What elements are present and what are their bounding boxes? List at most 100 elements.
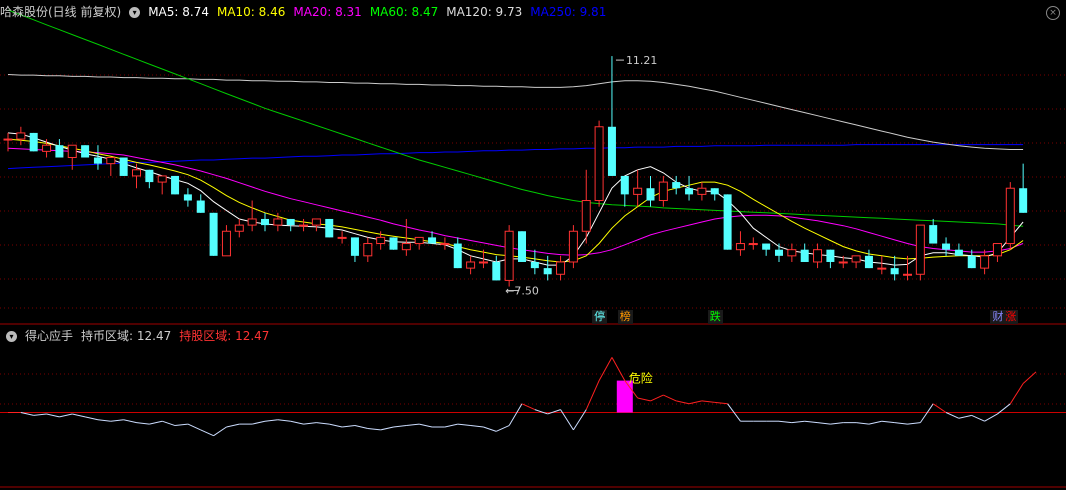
ma120-line xyxy=(7,74,1024,150)
indicator-segment xyxy=(419,423,433,428)
candle-body xyxy=(389,237,398,250)
candle-body xyxy=(877,267,887,270)
candle-body xyxy=(556,261,566,275)
indicator-segment xyxy=(919,403,934,423)
candle-body xyxy=(119,157,128,176)
indicator-segment xyxy=(213,426,227,437)
indicator-segment xyxy=(932,403,947,413)
candle-body xyxy=(967,255,976,269)
indicator-segment xyxy=(791,420,805,424)
indicator-segment xyxy=(585,380,600,410)
indicator-segment xyxy=(663,394,677,402)
candle-body xyxy=(414,236,424,245)
candle-body xyxy=(543,268,552,275)
indicator-header: ▾ 得心应手 持币区域: 12.47 持股区域: 12.47 xyxy=(0,326,277,346)
candle-body xyxy=(954,249,963,256)
indicator-segment xyxy=(97,419,111,422)
indicator-segment xyxy=(521,403,536,411)
indicator-segment xyxy=(33,413,47,416)
main-chart-header: 哈森股份(日线 前复权) ▾ MA5: 8.74 MA10: 8.46 MA20… xyxy=(0,2,614,22)
candle-body xyxy=(890,268,899,275)
indicator-segment xyxy=(984,413,998,422)
candle-body xyxy=(762,243,771,250)
indicator-segment xyxy=(123,419,137,424)
candle-body xyxy=(106,157,116,165)
ma60-line xyxy=(7,9,1024,227)
candle-body xyxy=(55,145,64,158)
indicator-segment xyxy=(483,426,497,432)
ma60-label: MA60: 8.47 xyxy=(369,5,439,19)
candle-body xyxy=(838,261,848,264)
candle-body xyxy=(633,187,643,195)
indicator-segment xyxy=(547,409,561,415)
signal-marker[interactable]: 榜 xyxy=(617,310,633,324)
candle-body xyxy=(851,255,861,263)
candle-body xyxy=(980,255,990,269)
candle-body xyxy=(401,243,411,251)
candle-body xyxy=(915,224,925,275)
ma250-label: MA250: 9.81 xyxy=(530,5,607,19)
candle-body xyxy=(466,261,476,269)
candle-body xyxy=(813,249,823,263)
candle-body xyxy=(286,218,295,226)
indicator-segment xyxy=(162,420,176,427)
close-icon[interactable]: × xyxy=(1046,6,1060,20)
candle-body xyxy=(685,188,694,195)
indicator-segment xyxy=(264,419,278,422)
indicator-segment xyxy=(688,400,703,405)
coin-zone-label: 持币区域: 12.47 xyxy=(81,329,172,343)
indicator-segment xyxy=(406,423,420,427)
candle-body xyxy=(787,249,797,257)
indicator-segment xyxy=(303,422,317,425)
candle-body xyxy=(363,243,373,257)
candle-body xyxy=(67,144,77,158)
candle-body xyxy=(775,249,783,256)
indicator-segment xyxy=(1009,383,1024,405)
candle-body xyxy=(376,236,386,245)
candle-body xyxy=(530,261,539,269)
indicator-segment xyxy=(804,420,818,424)
candle-body xyxy=(658,181,668,202)
indicator-segment xyxy=(496,425,510,432)
ma120-label: MA120: 9.73 xyxy=(446,5,523,19)
indicator-segment xyxy=(971,414,985,422)
indicator-segment xyxy=(84,416,99,421)
ma10-line xyxy=(7,138,1024,263)
candle-body xyxy=(748,243,758,246)
indicator-segment xyxy=(637,397,651,402)
candle-body xyxy=(325,218,334,238)
candle-body xyxy=(735,243,745,251)
candle-body xyxy=(171,175,180,195)
indicator-segment xyxy=(393,425,407,428)
indicator-settings-icon[interactable]: ▾ xyxy=(6,330,17,342)
signal-marker[interactable]: 涨 xyxy=(1003,310,1019,324)
candle-body xyxy=(209,212,218,256)
indicator-segment xyxy=(958,414,972,419)
settings-toggle-icon[interactable]: ▾ xyxy=(129,6,141,18)
candle-body xyxy=(697,187,707,195)
candle-body xyxy=(132,169,141,177)
indicator-segment xyxy=(534,409,548,415)
indicator-segment xyxy=(1022,371,1037,384)
indicator-segment xyxy=(252,420,266,425)
indicator-segment xyxy=(701,400,715,403)
candle-body xyxy=(311,218,321,226)
candle-body xyxy=(723,194,732,250)
candle-body xyxy=(826,249,835,262)
candle-body xyxy=(568,230,578,263)
candle-body xyxy=(247,218,257,226)
indicator-segment xyxy=(444,423,458,428)
indicator-segment xyxy=(226,423,240,428)
candle-body xyxy=(42,144,52,152)
candle-body xyxy=(81,145,90,158)
indicator-segment xyxy=(817,422,831,425)
candle-body xyxy=(864,255,873,269)
signal-marker[interactable]: 跌 xyxy=(707,310,723,324)
signal-marker[interactable]: 停 xyxy=(592,310,608,324)
ma20-line xyxy=(7,147,1024,256)
candle-body xyxy=(903,273,912,276)
indicator-segment xyxy=(650,394,664,402)
candle-body xyxy=(440,243,450,246)
kline-chart: 11.21 ←7.50 危险 xyxy=(0,9,1066,488)
ma10-label: MA10: 8.46 xyxy=(216,5,286,19)
